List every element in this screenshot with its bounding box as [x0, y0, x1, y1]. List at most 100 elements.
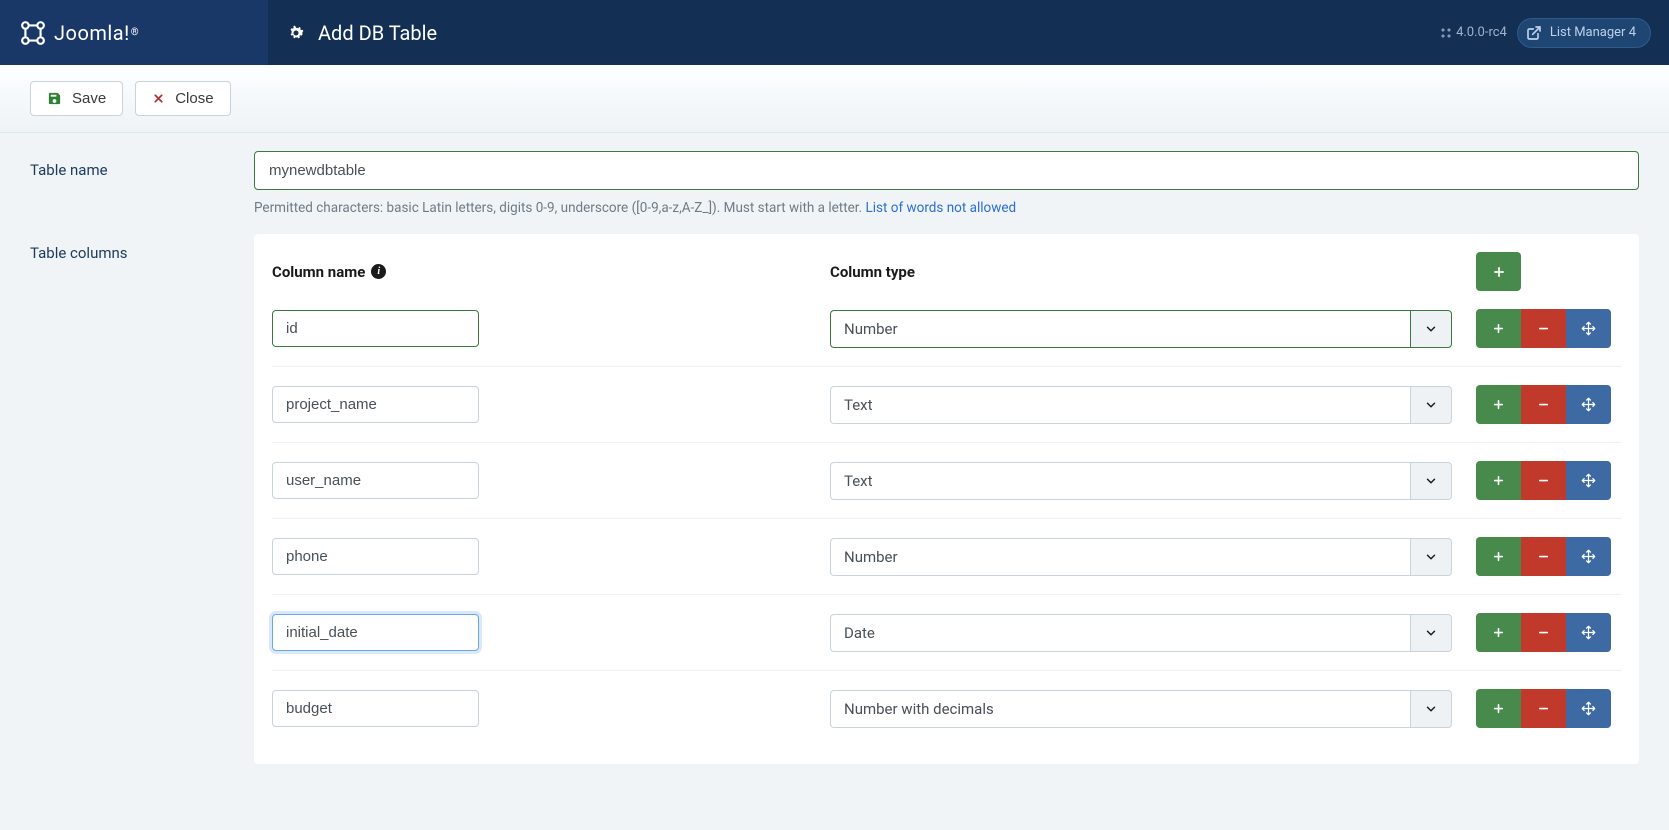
version-badge[interactable]: 4.0.0-rc4 [1440, 25, 1507, 40]
move-icon [1581, 625, 1596, 640]
top-header: Joomla! ® Add DB Table 4.0.0-rc4 List Ma… [0, 0, 1669, 65]
column-name-input[interactable] [272, 462, 479, 499]
column-type-select[interactable]: Number [830, 310, 1452, 348]
chevron-down-icon[interactable] [1410, 386, 1452, 424]
table-name-label: Table name [30, 151, 254, 179]
row-move-button[interactable] [1566, 613, 1611, 652]
move-icon [1581, 701, 1596, 716]
column-row: Date [272, 594, 1621, 670]
save-button[interactable]: Save [30, 81, 123, 116]
row-move-button[interactable] [1566, 689, 1611, 728]
header-right: 4.0.0-rc4 List Manager 4 [1440, 18, 1669, 48]
plus-icon [1492, 702, 1505, 715]
column-name-input[interactable] [272, 386, 479, 423]
plus-icon [1492, 474, 1505, 487]
page-title: Add DB Table [318, 21, 437, 45]
minus-icon [1537, 702, 1550, 715]
column-row: Number [272, 309, 1621, 366]
column-name-input[interactable] [272, 614, 479, 651]
table-name-row: Table name Permitted characters: basic L… [30, 151, 1639, 216]
row-add-button[interactable] [1476, 461, 1521, 500]
column-type-select[interactable]: Text [830, 462, 1452, 500]
row-add-button[interactable] [1476, 613, 1521, 652]
version-text: 4.0.0-rc4 [1456, 25, 1507, 40]
row-move-button[interactable] [1566, 309, 1611, 348]
external-link-icon [1526, 25, 1542, 41]
table-name-input[interactable] [254, 151, 1639, 190]
column-type-value: Number [830, 538, 1410, 576]
row-remove-button[interactable] [1521, 385, 1566, 424]
table-columns-row: Table columns Column name i Column type … [30, 234, 1639, 764]
chevron-down-icon[interactable] [1410, 614, 1452, 652]
brand-area[interactable]: Joomla! ® [0, 0, 268, 65]
close-label: Close [175, 90, 213, 107]
column-type-select[interactable]: Text [830, 386, 1452, 424]
chevron-down-icon[interactable] [1410, 538, 1452, 576]
help-static-text: Permitted characters: basic Latin letter… [254, 200, 865, 216]
extension-name: List Manager 4 [1550, 25, 1636, 40]
column-row: Number [272, 518, 1621, 594]
add-column-button[interactable] [1476, 252, 1521, 291]
chevron-down-icon[interactable] [1410, 462, 1452, 500]
close-button[interactable]: Close [135, 81, 230, 116]
row-add-button[interactable] [1476, 309, 1521, 348]
column-row: Number with decimals [272, 670, 1621, 746]
move-icon [1581, 549, 1596, 564]
table-columns-label: Table columns [30, 234, 254, 262]
column-type-value: Number with decimals [830, 690, 1410, 728]
column-name-input[interactable] [272, 538, 479, 575]
row-add-button[interactable] [1476, 537, 1521, 576]
row-add-button[interactable] [1476, 689, 1521, 728]
row-remove-button[interactable] [1521, 309, 1566, 348]
plus-icon [1492, 626, 1505, 639]
move-icon [1581, 321, 1596, 336]
column-type-value: Text [830, 386, 1410, 424]
move-icon [1581, 397, 1596, 412]
chevron-down-icon[interactable] [1410, 690, 1452, 728]
save-label: Save [72, 90, 106, 107]
column-type-select[interactable]: Number [830, 538, 1452, 576]
row-remove-button[interactable] [1521, 689, 1566, 728]
plus-icon [1492, 398, 1505, 411]
close-icon [152, 92, 165, 105]
column-type-header: Column type [830, 263, 1476, 281]
column-row: Text [272, 366, 1621, 442]
minus-icon [1537, 398, 1550, 411]
toolbar: Save Close [0, 65, 1669, 133]
save-icon [47, 91, 62, 106]
plus-icon [1492, 265, 1506, 279]
extension-badge[interactable]: List Manager 4 [1517, 18, 1651, 48]
row-move-button[interactable] [1566, 461, 1611, 500]
page-title-area: Add DB Table [268, 21, 1440, 45]
row-move-button[interactable] [1566, 385, 1611, 424]
table-name-help: Permitted characters: basic Latin letter… [254, 200, 1639, 216]
brand-text: Joomla! [54, 21, 130, 45]
row-remove-button[interactable] [1521, 537, 1566, 576]
row-remove-button[interactable] [1521, 461, 1566, 500]
help-link[interactable]: List of words not allowed [865, 200, 1016, 216]
column-name-input[interactable] [272, 310, 479, 347]
row-move-button[interactable] [1566, 537, 1611, 576]
joomla-small-icon [1440, 27, 1452, 39]
minus-icon [1537, 550, 1550, 563]
chevron-down-icon[interactable] [1410, 310, 1452, 348]
row-add-button[interactable] [1476, 385, 1521, 424]
column-name-input[interactable] [272, 690, 479, 727]
form-body: Table name Permitted characters: basic L… [0, 133, 1669, 812]
joomla-logo-icon [20, 20, 46, 46]
column-type-select[interactable]: Number with decimals [830, 690, 1452, 728]
column-name-header: Column name i [272, 263, 830, 281]
move-icon [1581, 473, 1596, 488]
columns-panel: Column name i Column type Number Text Text… [254, 234, 1639, 764]
plus-icon [1492, 322, 1505, 335]
column-row: Text [272, 442, 1621, 518]
minus-icon [1537, 322, 1550, 335]
info-icon[interactable]: i [371, 264, 386, 279]
column-type-value: Text [830, 462, 1410, 500]
column-type-value: Date [830, 614, 1410, 652]
minus-icon [1537, 626, 1550, 639]
column-type-select[interactable]: Date [830, 614, 1452, 652]
gear-icon [286, 23, 306, 43]
row-remove-button[interactable] [1521, 613, 1566, 652]
columns-header: Column name i Column type [272, 252, 1621, 291]
